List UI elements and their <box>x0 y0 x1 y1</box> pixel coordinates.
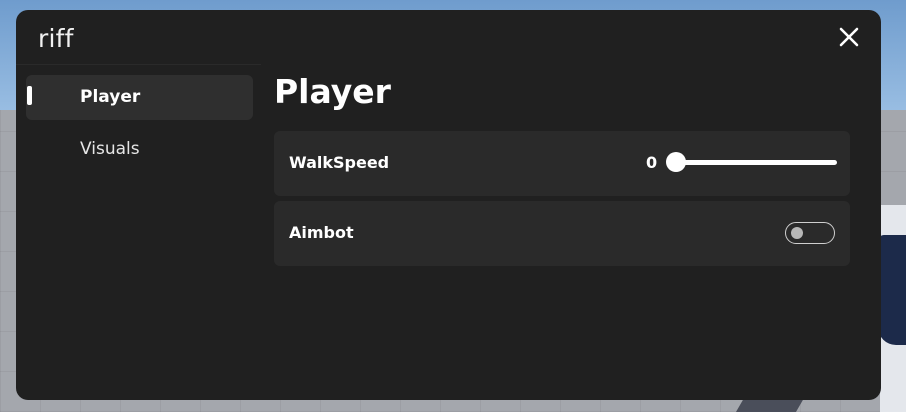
sidebar-item-label: Visuals <box>80 139 140 159</box>
walkspeed-slider-thumb[interactable] <box>666 152 686 172</box>
walkspeed-row: WalkSpeed 0 <box>274 131 850 196</box>
sidebar-item-visuals[interactable]: Visuals <box>26 127 253 172</box>
toggle-knob <box>791 227 803 239</box>
aimbot-label: Aimbot <box>289 223 354 242</box>
active-indicator <box>27 86 32 105</box>
walkspeed-value: 0 <box>646 153 658 172</box>
aimbot-toggle[interactable] <box>785 222 835 244</box>
walkspeed-label: WalkSpeed <box>289 153 390 172</box>
sidebar-item-label: Player <box>80 87 141 107</box>
close-icon <box>839 27 859 47</box>
walkspeed-slider-track[interactable] <box>675 160 837 165</box>
sidebar-item-player[interactable]: Player <box>26 75 253 120</box>
window-title: riff <box>38 24 74 53</box>
scene-object <box>878 235 906 345</box>
title-bar: riff <box>16 10 261 65</box>
sidebar: Player Visuals <box>26 75 253 179</box>
page-title: Player <box>274 72 391 111</box>
menu-window: riff Player Visuals Player WalkSpeed 0 A… <box>16 10 881 400</box>
aimbot-row: Aimbot <box>274 201 850 266</box>
close-button[interactable] <box>836 24 862 50</box>
